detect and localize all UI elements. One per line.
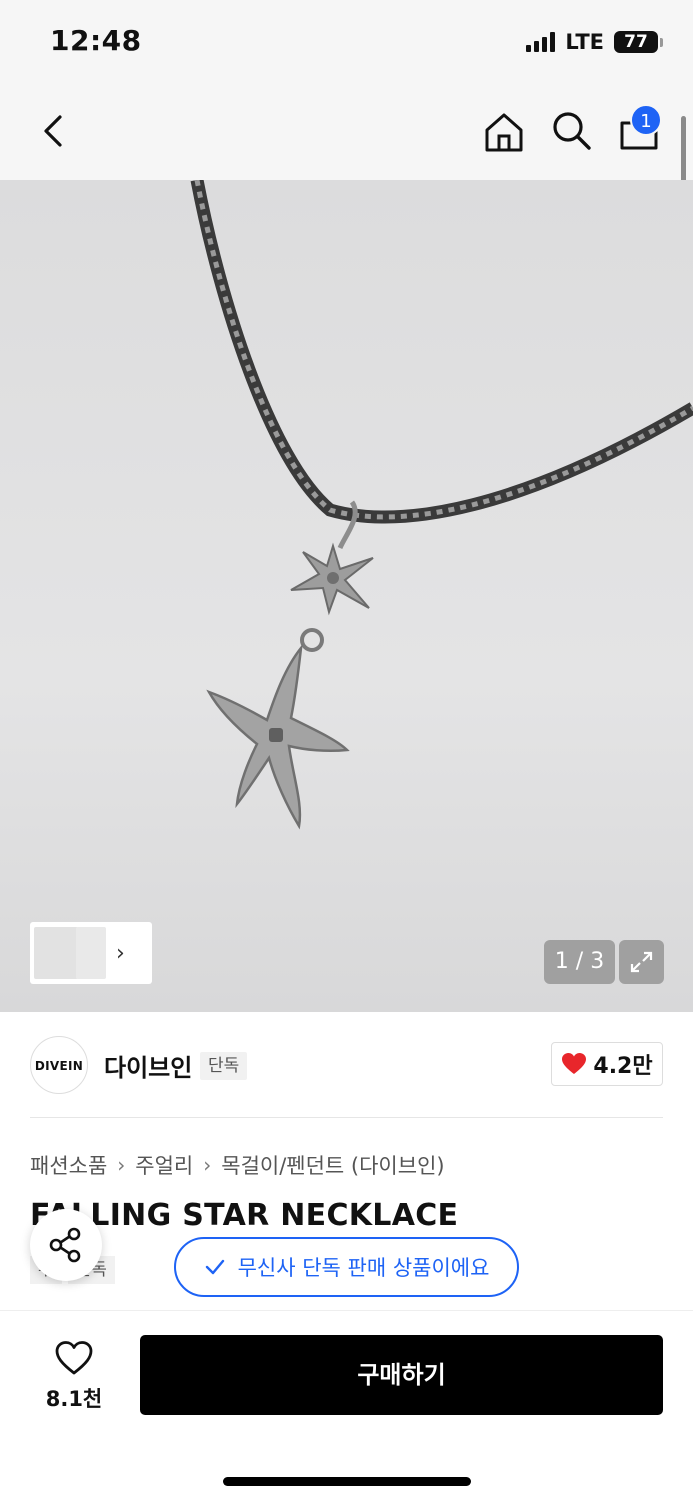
brand-row: DIVEIN 다이브인 단독 4.2만 (30, 1034, 663, 1098)
cart-count-badge: 1 (630, 104, 662, 136)
small-star-charm (290, 542, 374, 616)
home-icon[interactable] (482, 110, 526, 154)
brand-name[interactable]: 다이브인 (104, 1048, 192, 1083)
thumbnail-strip[interactable]: › (30, 922, 152, 984)
signal-icon (526, 32, 556, 52)
breadcrumb: 패션소품 › 주얼리 › 목걸이/펜던트 (다이브인) (30, 1150, 445, 1180)
top-nav-bar (0, 86, 693, 180)
status-bar: 12:48 LTE 77 (0, 0, 693, 86)
checkmark-icon (205, 1259, 224, 1275)
breadcrumb-item-3[interactable]: 목걸이/펜던트 (다이브인) (221, 1150, 444, 1180)
heart-outline-icon (55, 1341, 93, 1375)
status-time: 12:48 (50, 24, 142, 57)
bottom-action-bar: 8.1천 구매하기 (0, 1310, 693, 1500)
breadcrumb-item-1[interactable]: 패션소품 (30, 1150, 107, 1180)
section-divider (30, 1117, 663, 1118)
share-icon (49, 1227, 81, 1263)
expand-icon[interactable] (619, 940, 664, 984)
necklace-product-image (190, 180, 693, 830)
home-indicator[interactable] (223, 1477, 471, 1486)
brand-like-count: 4.2만 (593, 1054, 653, 1079)
brand-exclusive-tag: 단독 (200, 1052, 248, 1080)
heart-filled-icon (562, 1053, 587, 1074)
product-image-gallery[interactable]: › 1 / 3 (0, 180, 693, 1012)
wishlist-button[interactable]: 8.1천 (30, 1339, 118, 1413)
breadcrumb-item-2[interactable]: 주얼리 (135, 1150, 193, 1180)
network-label: LTE (565, 30, 604, 54)
chevron-right-icon[interactable]: › (116, 941, 125, 966)
battery-icon: 77 (614, 31, 658, 53)
chevron-right-icon: › (203, 1153, 212, 1177)
brand-like-button[interactable]: 4.2만 (551, 1042, 663, 1086)
exclusive-notice: 무신사 단독 판매 상품이에요 (174, 1237, 519, 1297)
exclusive-notice-text: 무신사 단독 판매 상품이에요 (237, 1256, 490, 1280)
back-arrow-icon[interactable] (34, 108, 74, 154)
share-button[interactable] (30, 1209, 102, 1281)
thumbnail-1[interactable] (34, 927, 78, 979)
thumbnail-2[interactable] (76, 927, 106, 979)
chevron-right-icon: › (117, 1153, 126, 1177)
wishlist-count: 8.1천 (45, 1387, 103, 1411)
battery-cap (660, 37, 663, 47)
status-indicators: LTE 77 (526, 30, 663, 54)
brand-logo[interactable]: DIVEIN (30, 1036, 88, 1094)
buy-button[interactable]: 구매하기 (140, 1335, 663, 1415)
large-star-charm (206, 643, 350, 830)
image-counter: 1 / 3 (544, 940, 615, 984)
search-icon[interactable] (549, 108, 593, 152)
